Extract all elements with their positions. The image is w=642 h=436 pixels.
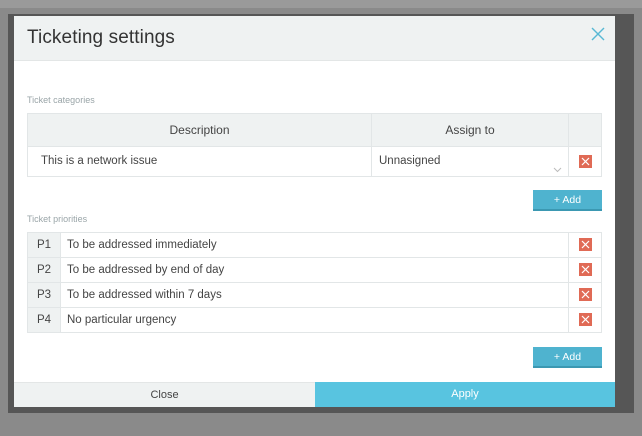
table-row: P3 To be addressed within 7 days — [28, 283, 601, 308]
table-row: P4 No particular urgency — [28, 308, 601, 333]
assign-to-select[interactable]: Unnasigned — [372, 147, 569, 176]
description-column-header: Description — [28, 114, 372, 147]
delete-priority-button[interactable] — [579, 263, 592, 276]
priority-description[interactable]: No particular urgency — [61, 308, 569, 332]
delete-priority-button[interactable] — [579, 288, 592, 301]
add-category-button[interactable]: + Add — [533, 190, 602, 211]
priority-code: P4 — [28, 308, 61, 332]
close-button[interactable]: Close — [14, 382, 315, 407]
apply-button[interactable]: Apply — [315, 382, 615, 407]
background-top-strip — [0, 0, 642, 8]
priority-code: P3 — [28, 283, 61, 307]
table-row: P1 To be addressed immediately — [28, 233, 601, 258]
ticket-categories-label: Ticket categories — [27, 95, 95, 105]
assign-to-value: Unnasigned — [379, 155, 441, 167]
priority-description[interactable]: To be addressed within 7 days — [61, 283, 569, 307]
priority-code: P1 — [28, 233, 61, 257]
delete-icon — [581, 265, 590, 274]
close-icon[interactable] — [591, 27, 605, 41]
table-row: P2 To be addressed by end of day — [28, 258, 601, 283]
priorities-table: P1 To be addressed immediately P2 To be … — [27, 232, 602, 333]
ticket-priorities-label: Ticket priorities — [27, 214, 88, 224]
assign-to-column-header: Assign to — [372, 114, 569, 147]
delete-category-button[interactable] — [579, 155, 592, 168]
delete-priority-button[interactable] — [579, 238, 592, 251]
delete-icon — [581, 315, 590, 324]
delete-icon — [581, 290, 590, 299]
category-description[interactable]: This is a network issue — [28, 147, 372, 176]
categories-table-header: Description Assign to — [28, 114, 601, 147]
modal-title: Ticketing settings — [27, 27, 175, 48]
add-priority-button[interactable]: + Add — [533, 347, 602, 368]
delete-icon — [581, 240, 590, 249]
ticketing-settings-modal: Ticketing settings Ticket categories Des… — [14, 16, 615, 407]
background-bottom — [0, 412, 642, 436]
categories-table: Description Assign to This is a network … — [27, 113, 602, 177]
chevron-down-icon — [553, 157, 562, 173]
delete-priority-button[interactable] — [579, 313, 592, 326]
priority-description[interactable]: To be addressed by end of day — [61, 258, 569, 282]
delete-icon — [581, 157, 590, 166]
priority-code: P2 — [28, 258, 61, 282]
modal-header: Ticketing settings — [14, 16, 615, 61]
table-row: This is a network issue Unnasigned — [28, 147, 601, 176]
priority-description[interactable]: To be addressed immediately — [61, 233, 569, 257]
